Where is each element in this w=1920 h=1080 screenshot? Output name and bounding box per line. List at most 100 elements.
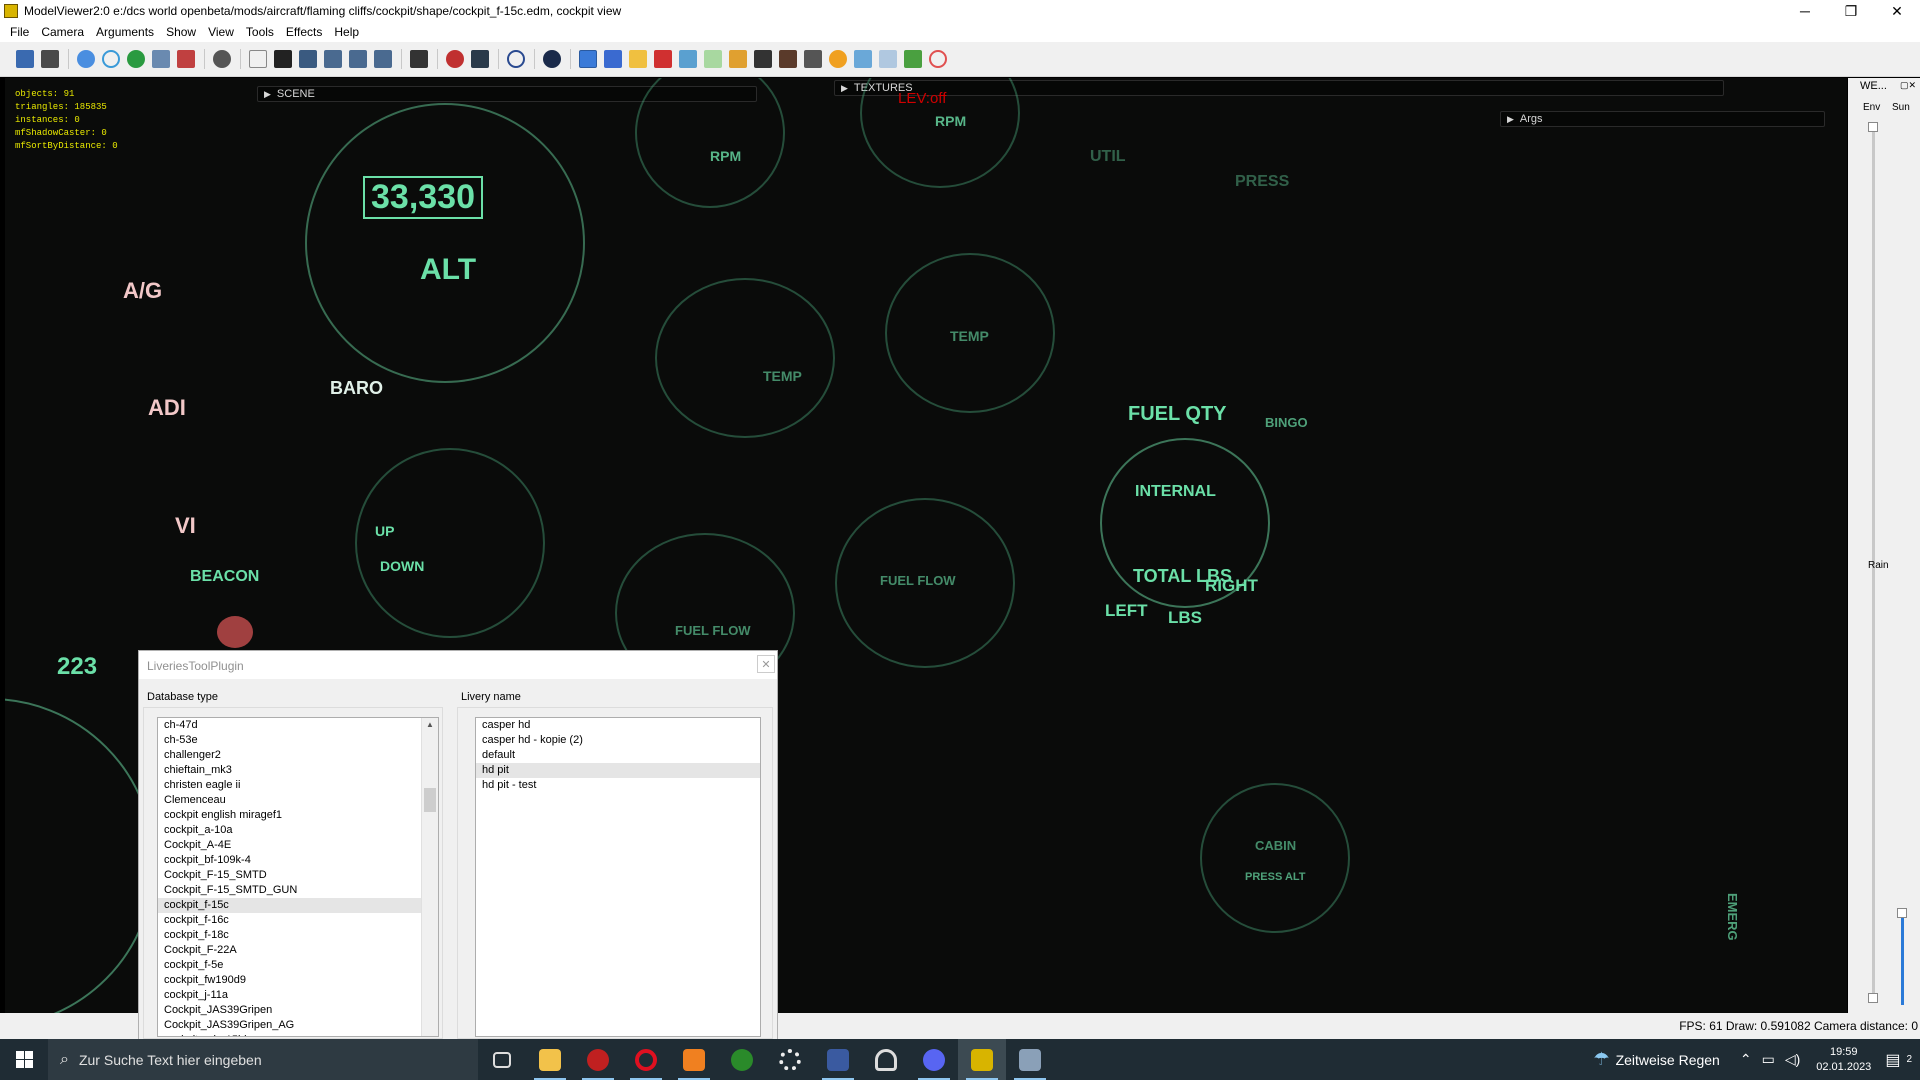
database-type-item[interactable]: cockpit_fw190d9 xyxy=(158,973,438,988)
sun-icon[interactable] xyxy=(829,50,847,68)
bar-chart-icon[interactable] xyxy=(579,50,597,68)
menu-view[interactable]: View xyxy=(202,25,240,39)
database-type-item[interactable]: chieftain_mk3 xyxy=(158,763,438,778)
database-type-item[interactable]: challenger2 xyxy=(158,748,438,763)
database-type-item[interactable]: Clemenceau xyxy=(158,793,438,808)
target-icon[interactable] xyxy=(929,50,947,68)
arrow-right-icon[interactable] xyxy=(349,50,367,68)
play-icon[interactable] xyxy=(543,50,561,68)
crosshair-icon[interactable] xyxy=(249,50,267,68)
database-type-item[interactable]: cockpit_f-15c xyxy=(158,898,438,913)
sphere-icon[interactable] xyxy=(77,50,95,68)
database-type-item[interactable]: Cockpit_F-15_SMTD xyxy=(158,868,438,883)
scroll-up-icon[interactable]: ▲ xyxy=(426,720,434,729)
taskbar-app-ide[interactable] xyxy=(814,1039,862,1080)
close-button[interactable]: ✕ xyxy=(1874,0,1920,22)
livery-item[interactable]: default xyxy=(476,748,760,763)
livery-item[interactable]: hd pit - test xyxy=(476,778,760,793)
window-icon[interactable] xyxy=(152,50,170,68)
camera-icon[interactable] xyxy=(213,50,231,68)
database-type-item[interactable]: cockpit_f-18c xyxy=(158,928,438,943)
save-icon[interactable] xyxy=(16,50,34,68)
env-slider-thumb[interactable] xyxy=(1868,122,1878,132)
database-list-scrollbar[interactable]: ▲ xyxy=(421,718,438,1036)
light-icon[interactable] xyxy=(324,50,342,68)
livery-item[interactable]: casper hd xyxy=(476,718,760,733)
menu-file[interactable]: File xyxy=(0,25,35,39)
taskbar-headphones[interactable] xyxy=(862,1039,910,1080)
taskbar-modelviewer[interactable] xyxy=(958,1039,1006,1080)
volume-icon[interactable]: ◁) xyxy=(1785,1051,1800,1068)
arrow-left-icon[interactable] xyxy=(374,50,392,68)
weather-icon[interactable]: ☂ xyxy=(1593,1049,1609,1070)
database-type-list[interactable]: ch-47d ch-53e challenger2 chieftain_mk3 chri… xyxy=(157,717,439,1037)
database-type-item[interactable]: ch-53e xyxy=(158,733,438,748)
start-button[interactable] xyxy=(0,1039,48,1080)
database-type-item[interactable]: cockpit_mig-15bis xyxy=(158,1033,438,1036)
reload-icon[interactable] xyxy=(41,50,59,68)
grid-icon[interactable] xyxy=(879,50,897,68)
database-type-item[interactable]: Cockpit_JAS39Gripen xyxy=(158,1003,438,1018)
task-view-button[interactable] xyxy=(478,1039,526,1080)
refresh-icon[interactable] xyxy=(127,50,145,68)
sun-slider-thumb[interactable] xyxy=(1897,908,1907,918)
database-type-item[interactable]: cockpit_j-11a xyxy=(158,988,438,1003)
menu-tools[interactable]: Tools xyxy=(240,25,280,39)
args-bar[interactable]: ▶ Args xyxy=(1500,111,1825,127)
scroll-thumb[interactable] xyxy=(424,788,436,812)
menu-arguments[interactable]: Arguments xyxy=(90,25,160,39)
figure-icon[interactable] xyxy=(177,50,195,68)
livery-item[interactable]: casper hd - kopie (2) xyxy=(476,733,760,748)
clock[interactable]: 19:59 02.01.2023 xyxy=(1806,1045,1881,1075)
taskbar-settings[interactable] xyxy=(766,1039,814,1080)
database-type-item[interactable]: Cockpit_F-22A xyxy=(158,943,438,958)
menu-effects[interactable]: Effects xyxy=(280,25,328,39)
menu-show[interactable]: Show xyxy=(160,25,202,39)
rain-slider-track[interactable] xyxy=(1872,578,1875,998)
colors-icon[interactable] xyxy=(446,50,464,68)
green-panel-icon[interactable] xyxy=(704,50,722,68)
taskbar-search-box[interactable]: ⌕ Zur Suche Text hier eingeben xyxy=(48,1039,478,1080)
minimize-button[interactable]: ─ xyxy=(1782,0,1828,22)
database-type-item[interactable]: cockpit english miragef1 xyxy=(158,808,438,823)
taskbar-xbox[interactable] xyxy=(718,1039,766,1080)
taskbar-explorer[interactable] xyxy=(526,1039,574,1080)
livery-name-list[interactable]: casper hd casper hd - kopie (2) default hd … xyxy=(475,717,761,1037)
database-type-item[interactable]: ch-47d xyxy=(158,718,438,733)
dots-grid-icon[interactable] xyxy=(904,50,922,68)
database-type-item[interactable]: Cockpit_JAS39Gripen_AG xyxy=(158,1018,438,1033)
dialog-close-button[interactable]: ✕ xyxy=(757,655,775,673)
taskbar-opera[interactable] xyxy=(622,1039,670,1080)
panel-float-close-icons[interactable]: ▢✕ xyxy=(1900,80,1916,91)
menu-help[interactable]: Help xyxy=(328,25,365,39)
car-icon[interactable] xyxy=(804,50,822,68)
rotate-icon[interactable] xyxy=(102,50,120,68)
taskbar-media[interactable] xyxy=(670,1039,718,1080)
taskbar-discord[interactable] xyxy=(910,1039,958,1080)
rain-slider-thumb[interactable] xyxy=(1868,993,1878,1003)
monitor-icon[interactable] xyxy=(471,50,489,68)
database-type-item[interactable]: cockpit_f-5e xyxy=(158,958,438,973)
cube-icon[interactable] xyxy=(604,50,622,68)
chevron-up-icon[interactable]: ⌃ xyxy=(1740,1051,1752,1068)
red-cube-icon[interactable] xyxy=(654,50,672,68)
weather-text[interactable]: Zeitweise Regen xyxy=(1616,1052,1720,1068)
panel-icon[interactable] xyxy=(679,50,697,68)
livery-item[interactable]: hd pit xyxy=(476,763,760,778)
person-icon[interactable] xyxy=(779,50,797,68)
database-type-item[interactable]: cockpit_bf-109k-4 xyxy=(158,853,438,868)
network-icon[interactable] xyxy=(854,50,872,68)
taskbar-jet-app[interactable] xyxy=(1006,1039,1054,1080)
graph-icon[interactable] xyxy=(729,50,747,68)
grid-point-icon[interactable] xyxy=(274,50,292,68)
database-type-item[interactable]: Cockpit_A-4E xyxy=(158,838,438,853)
menu-camera[interactable]: Camera xyxy=(35,25,90,39)
notification-icon[interactable]: ▤ xyxy=(1885,1050,1900,1070)
database-type-item[interactable]: christen eagle ii xyxy=(158,778,438,793)
texture-icon[interactable] xyxy=(410,50,428,68)
network-icon[interactable]: ▭ xyxy=(1762,1051,1775,1068)
taskbar-app-red[interactable] xyxy=(574,1039,622,1080)
filter-icon[interactable] xyxy=(299,50,317,68)
undo-icon[interactable] xyxy=(507,50,525,68)
env-slider-track[interactable] xyxy=(1872,126,1875,626)
